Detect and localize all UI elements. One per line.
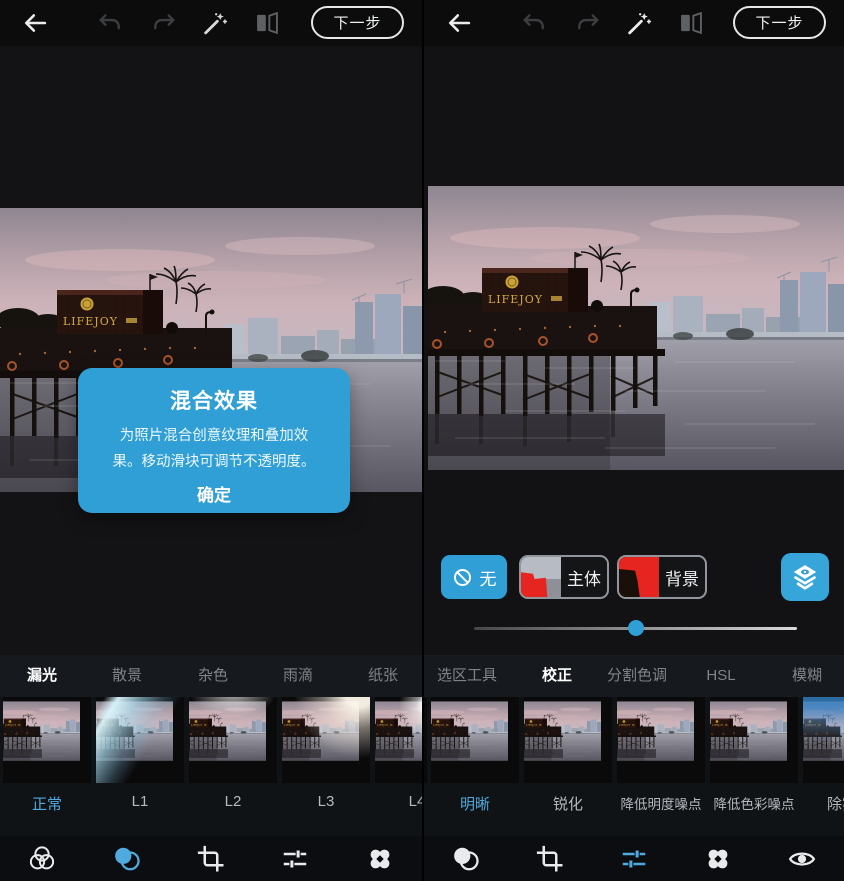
filter-bar: 选区工具 校正 分割色调 HSL 模糊 明晰 锐化 降低明度噪点 降低色彩噪点 … [424,655,844,836]
looks-filters-button[interactable] [27,844,57,874]
magic-wand-button[interactable] [625,9,653,37]
mask-none-label: 无 [480,565,497,590]
back-button[interactable] [445,9,473,37]
next-step-button[interactable]: 下一步 [733,6,826,39]
filter-thumb-l4[interactable] [375,697,422,783]
tab-light-leak[interactable]: 漏光 [27,655,57,697]
filter-thumb-luminance-noise[interactable] [617,697,705,783]
photo-stage: 混合效果 为照片混合创意纹理和叠加效 果。移动滑块可调节不透明度。 确定 [0,46,422,655]
next-step-label: 下一步 [333,15,381,32]
undo-button[interactable] [96,9,124,37]
filter-label-clarity[interactable]: 明晰 [460,793,490,814]
filter-thumbnails [0,697,422,783]
mask-subject-button[interactable]: 主体 [519,555,609,599]
mask-background-label: 背景 [659,565,705,590]
filter-label-color-noise[interactable]: 降低色彩噪点 [714,793,795,813]
opacity-slider-track[interactable] [474,627,797,630]
screen-correction-tool: 下一步 无 主体 背景 [422,0,844,881]
tab-blur[interactable]: 模糊 [792,655,822,697]
redo-button[interactable] [150,9,178,37]
tab-hsl[interactable]: HSL [706,655,735,697]
dialog-body: 为照片混合创意纹理和叠加效 果。移动滑块可调节不透明度。 [78,423,350,475]
tab-grain[interactable]: 杂色 [198,655,228,697]
blend-info-dialog: 混合效果 为照片混合创意纹理和叠加效 果。移动滑块可调节不透明度。 确定 [78,368,350,513]
subject-mask-preview [521,557,561,597]
filter-label-sharpen[interactable]: 锐化 [553,793,583,814]
photo-canvas[interactable] [428,186,844,470]
filter-label-dehaze[interactable]: 除雾 [827,793,844,814]
next-step-label: 下一步 [755,15,803,32]
tab-paper[interactable]: 纸张 [368,655,398,697]
layers-eye-icon [790,562,820,592]
undo-button[interactable] [520,9,548,37]
crop-tool-button[interactable] [196,844,226,874]
no-entry-icon [452,567,473,588]
bottom-toolbar [0,836,422,881]
tab-split-tone[interactable]: 分割色调 [607,655,667,697]
filter-labels: 明晰 锐化 降低明度噪点 降低色彩噪点 除雾 [424,783,844,836]
mask-subject-label: 主体 [561,565,607,590]
screen-blend-tool: 下一步 混合效果 为照片混合创意纹理和叠加效 果。移动滑块可调节不透明度。 确定… [0,0,422,881]
healing-tool-button[interactable] [703,844,733,874]
filter-thumb-dehaze[interactable] [803,697,844,783]
back-button[interactable] [21,9,49,37]
layers-button[interactable] [781,553,829,601]
filter-thumb-l3[interactable] [282,697,370,783]
filter-label-l1[interactable]: L1 [132,793,149,810]
dialog-confirm-button[interactable]: 确定 [78,481,350,506]
tab-selection-tools[interactable]: 选区工具 [437,655,497,697]
category-tabs: 漏光 散景 杂色 雨滴 纸张 [0,655,422,697]
tab-bokeh[interactable]: 散景 [112,655,142,697]
mask-none-button[interactable]: 无 [441,555,507,599]
filter-labels: 正常 L1 L2 L3 L4 [0,783,422,836]
filter-thumb-sharpen[interactable] [524,697,612,783]
top-bar: 下一步 [0,0,422,46]
tab-correction[interactable]: 校正 [542,655,572,697]
tab-raindrops[interactable]: 雨滴 [283,655,313,697]
dialog-title: 混合效果 [78,385,350,415]
compare-button[interactable] [253,9,281,37]
filter-label-luminance-noise[interactable]: 降低明度噪点 [621,793,702,813]
compare-button[interactable] [677,9,705,37]
filter-bar: 漏光 散景 杂色 雨滴 纸张 正常 L1 L2 L3 L4 [0,655,422,836]
filter-thumb-clarity[interactable] [431,697,519,783]
adjust-tool-button-active[interactable] [619,844,649,874]
mask-background-button[interactable]: 背景 [617,555,707,599]
healing-tool-button[interactable] [365,844,395,874]
opacity-slider-row [424,612,844,646]
photo-stage: 无 主体 背景 [424,46,844,655]
category-tabs: 选区工具 校正 分割色调 HSL 模糊 [424,655,844,697]
opacity-slider-thumb[interactable] [628,620,644,636]
filter-label-l3[interactable]: L3 [318,793,335,810]
mask-selection-row: 无 主体 背景 [424,553,844,601]
magic-wand-button[interactable] [201,9,229,37]
filter-thumb-l1[interactable] [96,697,184,783]
filter-label-l4[interactable]: L4 [409,793,422,810]
crop-tool-button[interactable] [535,844,565,874]
filter-thumb-clipped[interactable] [422,697,427,783]
filter-thumb-l2[interactable] [189,697,277,783]
background-mask-preview [619,557,659,597]
filter-thumb-normal[interactable] [3,697,91,783]
filter-thumb-color-noise[interactable] [710,697,798,783]
redo-button[interactable] [574,9,602,37]
filter-label-normal[interactable]: 正常 [32,793,62,814]
bottom-toolbar [424,836,844,881]
top-bar: 下一步 [424,0,844,46]
adjust-tool-button[interactable] [280,844,310,874]
filter-label-l2[interactable]: L2 [225,793,242,810]
blend-tool-button-active[interactable] [112,844,142,874]
filter-thumbnails [424,697,844,783]
preview-eye-button[interactable] [787,844,817,874]
next-step-button[interactable]: 下一步 [311,6,404,39]
blend-tool-button[interactable] [451,844,481,874]
